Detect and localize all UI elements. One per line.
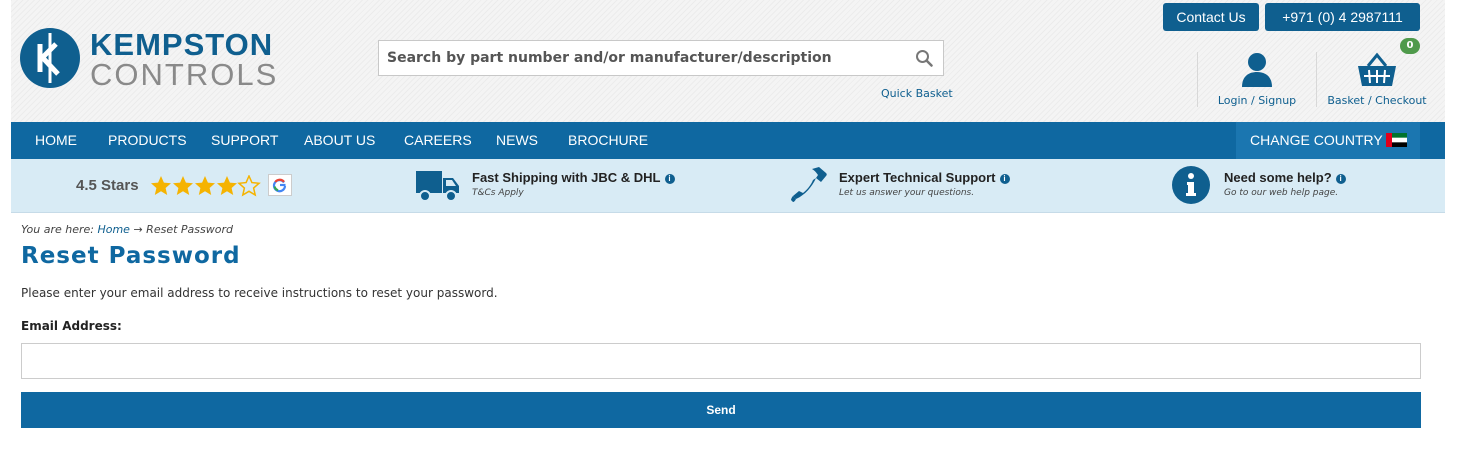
- nav-brochure[interactable]: BROCHURE: [568, 122, 648, 159]
- help-title: Need some help?: [1224, 170, 1332, 185]
- email-label: Email Address:: [21, 319, 122, 333]
- shipping-subtitle: T&Cs Apply: [472, 188, 524, 198]
- site-header: KEMPSTON CONTROLS Quick Basket Contact U…: [11, 0, 1445, 122]
- phone-number-button[interactable]: +971 (0) 4 2987111: [1265, 3, 1420, 31]
- basket-icon: [1358, 52, 1396, 86]
- nav-home[interactable]: HOME: [35, 122, 77, 159]
- nav-support[interactable]: SUPPORT: [211, 122, 278, 159]
- login-label: Login / Signup: [1217, 94, 1297, 107]
- google-icon: [272, 178, 287, 193]
- uae-flag-icon: [1386, 133, 1407, 147]
- login-signup-link[interactable]: Login / Signup: [1211, 52, 1303, 107]
- email-field[interactable]: [21, 343, 1421, 379]
- change-country-button[interactable]: CHANGE COUNTRY: [1236, 122, 1420, 159]
- nav-careers[interactable]: CAREERS: [404, 122, 472, 159]
- info-icon: [1172, 166, 1210, 204]
- contact-us-button[interactable]: Contact Us: [1163, 3, 1259, 31]
- breadcrumb-separator: →: [129, 223, 147, 236]
- feature-band: 4.5 Stars Fast Shipping with JBC & DHL i…: [11, 159, 1445, 213]
- breadcrumb: You are here: Home → Reset Password: [21, 223, 233, 236]
- nav-news[interactable]: NEWS: [496, 122, 538, 159]
- google-badge[interactable]: [268, 174, 292, 196]
- phone-icon: [791, 167, 827, 202]
- user-icon: [1242, 53, 1272, 87]
- nav-products[interactable]: PRODUCTS: [108, 122, 187, 159]
- basket-checkout-link[interactable]: Basket / Checkout: [1327, 52, 1427, 107]
- info-small-icon[interactable]: i: [664, 174, 675, 184]
- quick-basket-link[interactable]: Quick Basket: [881, 87, 953, 100]
- search-box: [378, 40, 944, 76]
- star-icon: [151, 176, 171, 195]
- info-small-icon[interactable]: i: [1335, 174, 1346, 184]
- breadcrumb-home-link[interactable]: Home: [97, 223, 129, 236]
- send-button[interactable]: Send: [21, 392, 1421, 428]
- breadcrumb-prefix: You are here:: [21, 223, 98, 236]
- support-subtitle: Let us answer your questions.: [839, 188, 975, 198]
- change-country-label: CHANGE COUNTRY: [1250, 132, 1383, 148]
- logo-text-controls: CONTROLS: [90, 57, 279, 92]
- divider: [1197, 52, 1198, 107]
- star-half-icon: [238, 175, 260, 196]
- breadcrumb-current: Reset Password: [146, 223, 233, 236]
- basket-label: Basket / Checkout: [1327, 94, 1427, 107]
- search-input[interactable]: [379, 41, 909, 75]
- logo-mark-icon: [20, 28, 80, 88]
- site-logo[interactable]: KEMPSTON CONTROLS: [20, 28, 290, 92]
- divider: [1316, 52, 1317, 107]
- nav-about-us[interactable]: ABOUT US: [304, 122, 375, 159]
- page-description: Please enter your email address to recei…: [21, 286, 498, 300]
- star-icon: [195, 176, 215, 195]
- help-subtitle: Go to our web help page.: [1224, 188, 1339, 198]
- truck-icon: [416, 171, 459, 202]
- page-title: Reset Password: [21, 243, 241, 269]
- shipping-title: Fast Shipping with JBC & DHL: [472, 170, 661, 185]
- search-icon[interactable]: [915, 49, 933, 67]
- info-small-icon[interactable]: i: [999, 174, 1010, 184]
- star-icon: [217, 176, 237, 195]
- star-icon: [173, 176, 193, 195]
- rating-stars: [151, 175, 260, 196]
- basket-count-badge: 0: [1400, 38, 1420, 54]
- main-nav: HOME PRODUCTS SUPPORT ABOUT US CAREERS N…: [11, 122, 1445, 159]
- rating-text: 4.5 Stars: [76, 177, 139, 194]
- support-title: Expert Technical Support: [839, 170, 996, 185]
